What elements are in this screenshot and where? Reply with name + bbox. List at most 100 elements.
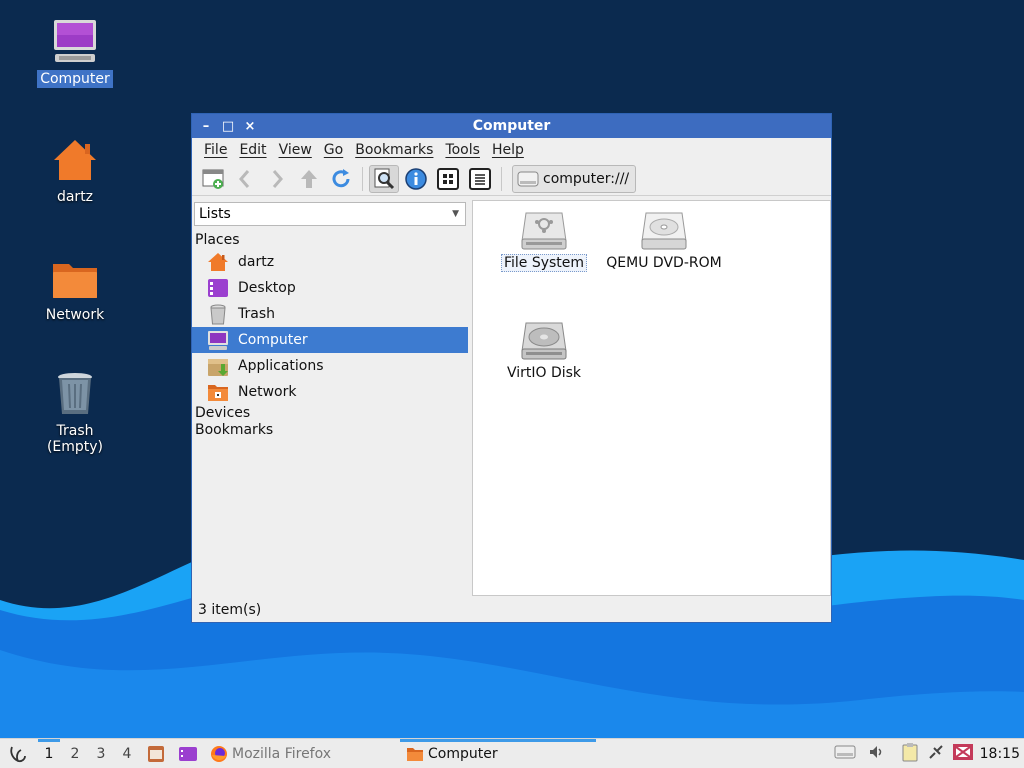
status-bar: 3 item(s) (192, 598, 831, 622)
back-button[interactable] (230, 165, 260, 193)
task-computer[interactable]: Computer (400, 738, 596, 768)
menu-view[interactable]: View (273, 142, 318, 158)
place-item-trash[interactable]: Trash (192, 301, 468, 327)
file-item-label: VirtIO Disk (506, 365, 582, 381)
task-label: Computer (428, 745, 498, 762)
desktop-icon-label: dartz (56, 189, 94, 205)
places-section-title[interactable]: Places (192, 232, 468, 249)
menu-go[interactable]: Go (318, 142, 349, 158)
desktop-icon-label: Trash (Empty) (46, 423, 104, 455)
place-item-dartz[interactable]: dartz (192, 249, 468, 275)
home-icon (206, 250, 230, 274)
list-view-button[interactable] (465, 165, 495, 193)
volume-icon[interactable] (868, 743, 886, 765)
reload-icon (332, 168, 350, 187)
place-label: Trash (238, 306, 275, 322)
close-button[interactable]: × (240, 116, 260, 136)
workspace-2[interactable]: 2 (62, 739, 88, 768)
quicklaunch-show-desktop[interactable] (172, 739, 204, 768)
forward-icon (272, 169, 283, 188)
place-label: Applications (238, 358, 324, 374)
location-path: computer:/// (543, 170, 630, 187)
workspace-1[interactable]: 1 (36, 738, 62, 768)
place-item-network[interactable]: Network (192, 379, 468, 405)
menu-tools[interactable]: Tools (439, 142, 486, 158)
menu-bookmarks[interactable]: Bookmarks (349, 142, 439, 158)
file-item-file-system[interactable]: File System (489, 211, 599, 272)
clock[interactable]: 18:15 (980, 746, 1020, 762)
up-icon (301, 169, 317, 188)
desktop-icon-network[interactable]: Network (25, 254, 125, 324)
menu-edit[interactable]: Edit (233, 142, 272, 158)
trash-icon (206, 302, 230, 326)
network-plug-icon[interactable] (926, 742, 946, 766)
location-bar[interactable]: computer:/// (512, 164, 637, 193)
place-item-desktop[interactable]: Desktop (192, 275, 468, 301)
toolbar-separator (362, 166, 363, 191)
reload-button[interactable] (326, 165, 356, 193)
optical-drive-icon (641, 212, 687, 250)
toolbar-separator (501, 166, 502, 191)
side-pane-mode-select[interactable]: Lists ▼ (194, 202, 466, 226)
search-files-button[interactable] (369, 164, 399, 193)
file-item-virtio-disk[interactable]: VirtIO Disk (489, 321, 599, 381)
applications-icon (206, 354, 230, 378)
forward-button[interactable] (262, 165, 292, 193)
workspace-4[interactable]: 4 (114, 739, 140, 768)
task-firefox[interactable]: Mozilla Firefox (204, 739, 400, 768)
new-tab-button[interactable] (198, 165, 228, 193)
up-button[interactable] (294, 165, 324, 193)
file-manager-window: – □ × Computer File Edit View Go Bookmar… (191, 113, 832, 623)
menu-help[interactable]: Help (486, 142, 530, 158)
quicklaunch-file-manager[interactable] (140, 739, 172, 768)
file-view[interactable]: File System QEMU DVD-ROM VirtIO Disk (472, 200, 831, 596)
folder-icon (407, 747, 423, 761)
dropdown-arrow-icon: ▼ (452, 209, 459, 219)
bookmarks-section-title[interactable]: Bookmarks (192, 422, 468, 439)
search-files-icon (374, 168, 395, 189)
side-pane-mode-value: Lists (199, 206, 231, 222)
devices-section-title[interactable]: Devices (192, 405, 468, 422)
clipboard-icon[interactable] (900, 742, 920, 766)
removable-drive-icon[interactable] (834, 742, 856, 766)
workspace-3[interactable]: 3 (88, 739, 114, 768)
place-item-applications[interactable]: Applications (192, 353, 468, 379)
hard-disk-icon (521, 322, 567, 360)
menu-file[interactable]: File (198, 142, 233, 158)
screenshot-icon[interactable] (952, 742, 974, 766)
minimize-button[interactable]: – (196, 116, 216, 136)
maximize-button[interactable]: □ (218, 116, 238, 136)
place-label: Desktop (238, 280, 296, 296)
lxqt-logo-icon (10, 746, 26, 762)
app-menu-button[interactable] (0, 739, 36, 768)
status-text: 3 item(s) (198, 602, 262, 618)
desktop-icon-computer[interactable]: Computer (25, 18, 125, 88)
file-manager-icon (148, 745, 164, 762)
icon-view-button[interactable] (433, 165, 463, 193)
file-item-label: File System (500, 254, 588, 272)
back-icon (239, 169, 250, 188)
place-label: Network (238, 384, 297, 400)
desktop-icon-trash[interactable]: Trash (Empty) (25, 370, 125, 456)
icon-view-icon (437, 167, 459, 190)
desktop-icon (206, 276, 230, 300)
info-icon (405, 167, 427, 190)
info-button[interactable] (401, 165, 431, 193)
trash-icon (58, 373, 92, 414)
file-item-qemu-dvd-rom[interactable]: QEMU DVD-ROM (601, 211, 727, 271)
hard-drive-icon (521, 212, 567, 250)
home-folder-icon (54, 140, 96, 180)
system-tray: 18:15 (834, 739, 1024, 768)
task-label: Mozilla Firefox (232, 745, 332, 762)
place-label: dartz (238, 254, 275, 270)
list-view-icon (469, 167, 491, 190)
network-folder-icon (53, 264, 97, 298)
desktop-icon-dartz[interactable]: dartz (25, 136, 125, 206)
new-tab-icon (202, 169, 224, 189)
computer-icon (517, 171, 539, 186)
computer-icon (54, 20, 96, 62)
place-item-computer[interactable]: Computer (192, 327, 468, 353)
firefox-icon (211, 745, 227, 762)
file-item-label: QEMU DVD-ROM (606, 255, 722, 271)
window-titlebar[interactable]: – □ × Computer (192, 114, 831, 138)
